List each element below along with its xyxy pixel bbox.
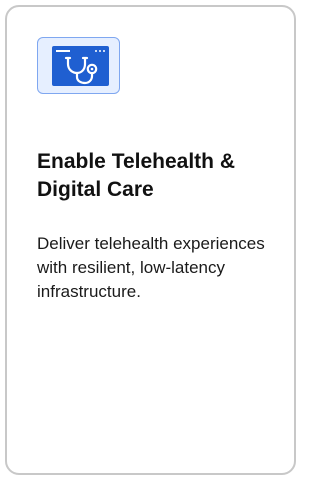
card-description: Deliver telehealth experiences with resi… (37, 234, 265, 301)
telehealth-stethoscope-monitor-icon (52, 46, 109, 86)
telehealth-card[interactable]: Enable Telehealth & Digital Care Deliver… (5, 5, 296, 475)
card-title: Enable Telehealth & Digital Care (37, 150, 235, 201)
icon-tile (37, 37, 120, 94)
